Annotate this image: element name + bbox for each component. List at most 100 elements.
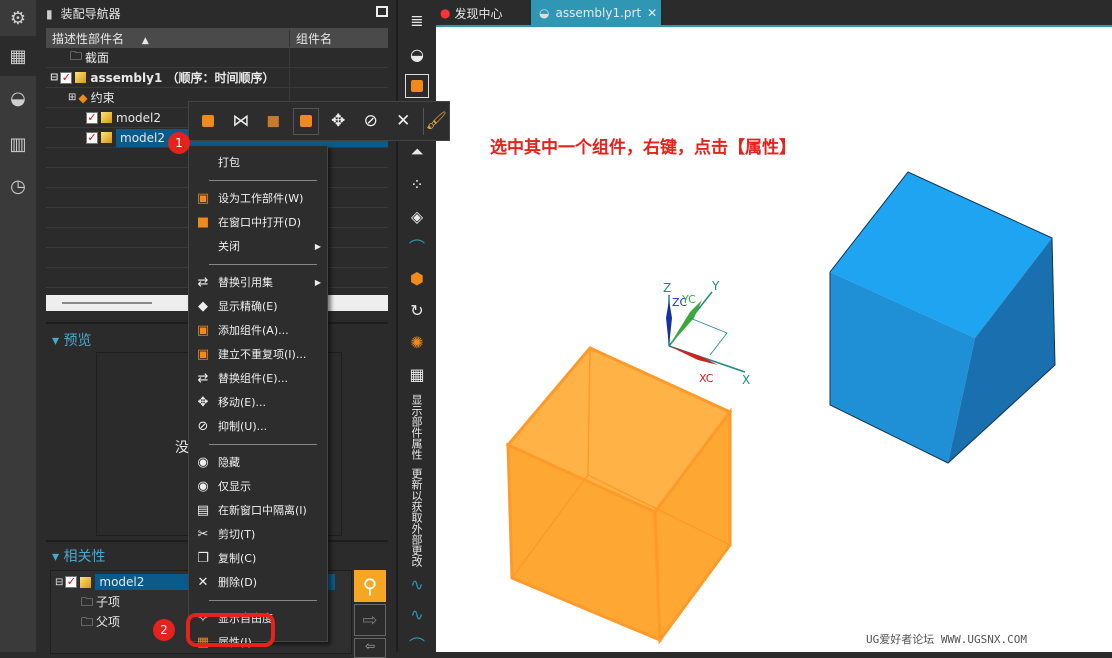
- row-label: 截面: [85, 51, 110, 65]
- close-tab-icon[interactable]: ✕: [647, 6, 657, 20]
- paint-brush-icon[interactable]: 🖌: [422, 107, 450, 135]
- view-icon[interactable]: ⏶: [405, 140, 429, 164]
- checkbox[interactable]: ✓: [86, 131, 98, 144]
- column-header-component[interactable]: 组件名: [289, 29, 332, 47]
- menu-item[interactable]: ▤ 在新窗口中隔离(I): [189, 498, 327, 522]
- menu-item[interactable]: ✥ 移动(E)...: [189, 390, 327, 414]
- part-navigator-icon[interactable]: ◒: [0, 80, 36, 116]
- menu-item[interactable]: 打包: [189, 150, 327, 174]
- part-icon[interactable]: ◒: [405, 42, 429, 66]
- surface-icon[interactable]: ⌒: [405, 632, 429, 656]
- menu-separator: [209, 600, 317, 601]
- svg-text:YC: YC: [681, 293, 696, 306]
- menu-item[interactable]: ▣ 设为工作部件(W): [189, 186, 327, 210]
- menu-item-label: 添加组件(A)...: [218, 324, 289, 337]
- collapse-icon[interactable]: ⊟: [50, 72, 58, 83]
- preview-empty-text: 没: [175, 440, 189, 456]
- part-icon: [101, 132, 112, 143]
- row-label: model2: [116, 110, 161, 125]
- graphics-viewport[interactable]: Z Y X ZC YC XC 选中其中一个组件，右键，点击【属性】 UG爱好者论…: [436, 27, 1112, 652]
- refresh-icon[interactable]: ↻: [405, 298, 429, 322]
- menu-item[interactable]: ✕ 删除(D): [189, 570, 327, 594]
- dependency-row-children[interactable]: 🗀 子项: [81, 593, 120, 614]
- assembly-constraints-icon[interactable]: ⋈: [228, 108, 255, 135]
- context-menu: 打包 ▣ 设为工作部件(W) ■ 在窗口中打开(D) 关闭 ▶ ⇄ 替换引用集 ▶ ◆ 显示精确(E)…: [188, 145, 328, 650]
- menu-item[interactable]: ◆ 显示精确(E): [189, 294, 327, 318]
- expand-icon[interactable]: ⊞: [68, 92, 76, 103]
- menu-item[interactable]: 关闭 ▶: [189, 234, 327, 258]
- menu-item[interactable]: ■ 在窗口中打开(D): [189, 210, 327, 234]
- panel-title: 装配导航器: [60, 7, 121, 21]
- step-badge-2: 2: [153, 619, 175, 641]
- dependency-row-parents[interactable]: 🗀 父项: [81, 613, 120, 634]
- move-component-icon[interactable]: ✥: [325, 108, 352, 135]
- menu-item-label: 在窗口中打开(D): [218, 216, 302, 229]
- delete-icon[interactable]: ✕: [390, 108, 417, 135]
- svg-text:XC: XC: [699, 372, 714, 385]
- history-clock-icon[interactable]: ◷: [0, 168, 36, 204]
- reuse-library-icon[interactable]: ▥: [0, 126, 36, 162]
- menu-item-label: 关闭: [218, 240, 240, 253]
- wave-icon[interactable]: ∿: [405, 572, 429, 596]
- menu-item[interactable]: ◉ 仅显示: [189, 474, 327, 498]
- curve-icon[interactable]: ⌒: [405, 234, 429, 258]
- components-icon[interactable]: ⁘: [405, 172, 429, 196]
- tab-assembly1[interactable]: ◒ assembly1.prt ✕: [531, 0, 661, 25]
- tab-discovery-center[interactable]: ● 发现中心: [440, 3, 503, 23]
- dependencies-header[interactable]: ▾ 相关性: [52, 546, 105, 566]
- maximize-button[interactable]: [376, 6, 388, 17]
- update-external-changes-button[interactable]: 更新以获取外部更改: [409, 468, 423, 567]
- table-header: 描述性部件名 ▲ 组件名: [46, 28, 388, 48]
- display-mode-icon[interactable]: [405, 74, 429, 98]
- menu-item[interactable]: ◉ 隐藏: [189, 450, 327, 474]
- menu-item-label: 建立不重复项(I)...: [218, 348, 307, 361]
- folder-icon: 🗀: [81, 595, 94, 609]
- remove-icon[interactable]: ◈: [405, 204, 429, 228]
- menu-item-label: 抑制(U)...: [218, 420, 268, 433]
- menu-item[interactable]: ✂ 剪切(T): [189, 522, 327, 546]
- blue-cube[interactable]: [829, 171, 1056, 464]
- tree-row-section[interactable]: 🗀 截面: [46, 48, 388, 68]
- orange-cube[interactable]: [505, 346, 733, 645]
- add-component-icon[interactable]: [195, 108, 222, 135]
- menu-item-icon: ⇄: [197, 274, 209, 290]
- navigator-icon: ▮: [46, 6, 53, 21]
- menu-item-icon: ❐: [197, 550, 209, 566]
- assembly-navigator-icon[interactable]: ▦: [0, 36, 36, 76]
- menu-item[interactable]: ❐ 复制(C): [189, 546, 327, 570]
- open-in-window-icon[interactable]: [292, 107, 320, 135]
- grid-icon[interactable]: ▦: [405, 362, 429, 386]
- menu-item-icon: ▤: [196, 502, 210, 518]
- hide-icon[interactable]: ⊘: [358, 108, 385, 135]
- checkbox[interactable]: ✓: [86, 111, 98, 124]
- checkbox[interactable]: ✓: [60, 71, 73, 84]
- cube-icon[interactable]: ⬢: [405, 266, 429, 290]
- svg-text:Z: Z: [663, 281, 671, 295]
- arrow-right-icon[interactable]: ⇨: [354, 604, 386, 636]
- menu-item-label: 隐藏: [218, 456, 240, 469]
- preview-header[interactable]: ▾ 预览: [52, 330, 91, 350]
- row-label: 约束: [90, 91, 115, 105]
- column-header-name[interactable]: 描述性部件名 ▲: [46, 30, 289, 47]
- make-work-part-icon[interactable]: ◼: [260, 108, 287, 135]
- menu-item-icon: ⊘: [197, 418, 209, 434]
- menu-item[interactable]: ⇄ 替换组件(E)...: [189, 366, 327, 390]
- menu-item[interactable]: ▣ 添加组件(A)...: [189, 318, 327, 342]
- menu-item-label: 替换引用集: [218, 276, 273, 289]
- gear-icon[interactable]: ⚙: [0, 0, 36, 36]
- menu-item-icon: ◉: [197, 454, 209, 470]
- menu-item[interactable]: ⊘ 抑制(U)...: [189, 414, 327, 438]
- atom-select-icon[interactable]: ✺: [405, 330, 429, 354]
- search-icon[interactable]: ⚲: [354, 570, 386, 602]
- floating-toolbar: ⋈ ◼ ✥ ⊘ ✕ 🖌: [188, 101, 450, 141]
- wave-icon[interactable]: ∿: [405, 602, 429, 626]
- menu-item[interactable]: ⇄ 替换引用集 ▶: [189, 270, 327, 294]
- tree-row-assembly[interactable]: ⊟ ✓ assembly1 （顺序：时间顺序）: [46, 68, 388, 88]
- menu-item-icon: [195, 154, 211, 170]
- arrow-back-icon[interactable]: ⇦: [354, 638, 386, 658]
- menu-item[interactable]: ▣ 建立不重复项(I)...: [189, 342, 327, 366]
- coordinate-axes: Z Y X ZC YC XC: [663, 279, 750, 387]
- svg-text:Y: Y: [711, 279, 720, 293]
- show-part-attributes-button[interactable]: 显示部件属性: [409, 394, 423, 460]
- layers-icon[interactable]: ≣: [405, 8, 429, 32]
